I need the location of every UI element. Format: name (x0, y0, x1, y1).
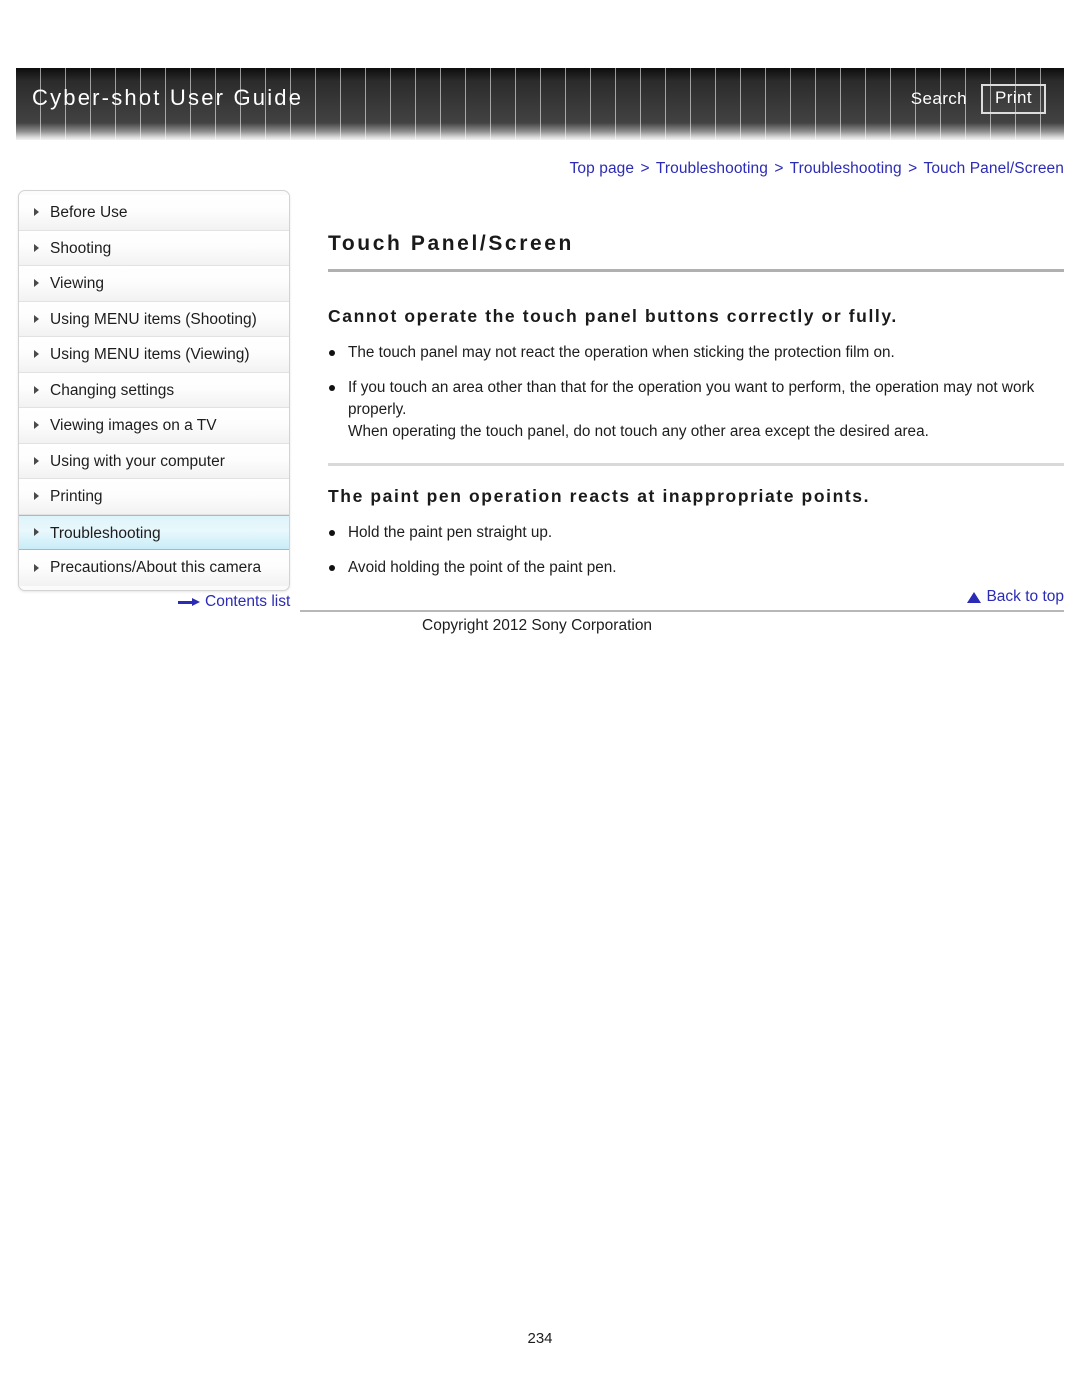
section-paint-pen-operation: The paint pen operation reacts at inappr… (328, 463, 1064, 579)
triangle-up-icon (967, 591, 982, 603)
chevron-right-icon (34, 208, 39, 217)
sidebar-item-label: Viewing (50, 275, 105, 292)
chevron-right-icon (34, 243, 39, 252)
sidebar-item-before-use[interactable]: Before Use (19, 195, 289, 231)
breadcrumb-separator: > (774, 160, 784, 177)
sidebar-navigation: Before Use Shooting Viewing Using MENU i… (18, 190, 290, 591)
list-item-extra-text: When operating the touch panel, do not t… (348, 423, 929, 441)
sidebar-item-label: Troubleshooting (50, 524, 161, 542)
breadcrumb-item-touch-panel-screen[interactable]: Touch Panel/Screen (923, 160, 1064, 177)
list-item-text: Avoid holding the point of the paint pen… (348, 559, 617, 577)
copyright-text: Copyright 2012 Sony Corporation (422, 617, 653, 634)
sidebar-item-using-with-your-computer[interactable]: Using with your computer (19, 443, 289, 479)
chevron-right-icon (34, 563, 39, 572)
sidebar-item-precautions-about-this-camera[interactable]: Precautions/About this camera (19, 550, 289, 586)
list-item-text: If you touch an area other than that for… (348, 379, 1035, 419)
chevron-right-icon (34, 456, 39, 465)
list-item-text: The touch panel may not react the operat… (348, 344, 895, 362)
breadcrumb-separator: > (908, 160, 918, 177)
sidebar-item-label: Changing settings (50, 381, 175, 399)
search-link[interactable]: Search (911, 89, 967, 109)
sidebar-item-using-menu-items-shooting[interactable]: Using MENU items (Shooting) (19, 301, 289, 337)
site-title: Cyber-shot User Guide (32, 85, 304, 110)
sidebar-item-label: Using MENU items (Shooting) (50, 310, 257, 328)
list-item: The touch panel may not react the operat… (328, 342, 1064, 364)
site-header-banner: Cyber-shot User Guide Search Print (16, 68, 1064, 140)
sidebar-item-changing-settings[interactable]: Changing settings (19, 372, 289, 408)
section-cannot-operate-touch-panel: Cannot operate the touch panel buttons c… (328, 286, 1064, 443)
sidebar-item-label: Printing (50, 488, 103, 505)
sidebar-item-shooting[interactable]: Shooting (19, 230, 289, 266)
list-item: Avoid holding the point of the paint pen… (328, 557, 1064, 579)
print-button[interactable]: Print (981, 84, 1046, 114)
back-to-top-link[interactable]: Back to top (967, 588, 1064, 606)
breadcrumb-item-top-page[interactable]: Top page (570, 160, 635, 177)
sidebar-item-label: Precautions/About this camera (50, 559, 262, 576)
sidebar-item-label: Shooting (50, 239, 112, 257)
bullet-list: Hold the paint pen straight up. Avoid ho… (328, 522, 1064, 579)
sidebar-item-viewing-images-on-a-tv[interactable]: Viewing images on a TV (19, 408, 289, 444)
arrow-right-icon (178, 597, 200, 607)
page-number: 234 (527, 1330, 553, 1347)
sidebar-item-label: Using with your computer (50, 452, 225, 470)
sidebar-item-printing[interactable]: Printing (19, 479, 289, 515)
list-item: If you touch an area other than that for… (328, 377, 1064, 443)
breadcrumb-separator: > (640, 160, 650, 177)
chevron-right-icon (34, 421, 39, 430)
sidebar-item-label: Viewing images on a TV (50, 417, 217, 434)
chevron-right-icon (34, 279, 39, 288)
chevron-right-icon (34, 492, 39, 501)
list-item-text: Hold the paint pen straight up. (348, 524, 553, 542)
chevron-right-icon (34, 314, 39, 323)
main-content: Touch Panel/Screen Cannot operate the to… (328, 218, 1064, 592)
contents-list-label: Contents list (205, 593, 291, 610)
breadcrumb: Top page > Troubleshooting > Troubleshoo… (570, 160, 1064, 178)
sidebar-item-troubleshooting[interactable]: Troubleshooting (19, 514, 289, 550)
section-heading: Cannot operate the touch panel buttons c… (328, 306, 898, 327)
contents-list-link[interactable]: Contents list (178, 593, 290, 611)
footer-divider (300, 610, 1064, 612)
back-to-top-label: Back to top (986, 588, 1064, 605)
sidebar-item-label: Before Use (50, 204, 128, 221)
chevron-right-icon (34, 350, 39, 359)
bullet-list: The touch panel may not react the operat… (328, 342, 1064, 443)
sidebar-item-using-menu-items-viewing[interactable]: Using MENU items (Viewing) (19, 337, 289, 373)
header-actions: Search Print (911, 84, 1046, 114)
sidebar-item-label: Using MENU items (Viewing) (50, 346, 250, 363)
chevron-right-icon (34, 528, 39, 537)
page-title: Touch Panel/Screen (328, 232, 1064, 273)
breadcrumb-item-troubleshooting-sub[interactable]: Troubleshooting (790, 160, 902, 177)
section-heading: The paint pen operation reacts at inappr… (328, 486, 871, 507)
chevron-right-icon (34, 385, 39, 394)
breadcrumb-item-troubleshooting[interactable]: Troubleshooting (656, 160, 768, 177)
sidebar-item-viewing[interactable]: Viewing (19, 266, 289, 302)
list-item: Hold the paint pen straight up. (328, 522, 1064, 544)
